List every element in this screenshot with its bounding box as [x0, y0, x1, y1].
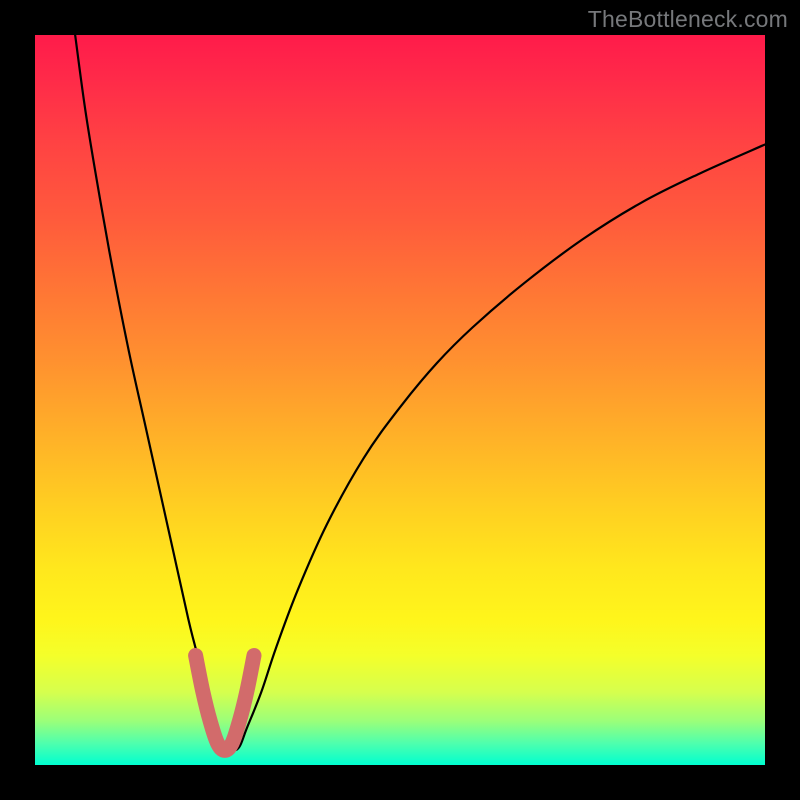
primary-curve: [75, 35, 765, 750]
curve-group: [75, 35, 765, 750]
plot-area: [35, 35, 765, 765]
chart-frame: TheBottleneck.com: [0, 0, 800, 800]
chart-svg: [35, 35, 765, 765]
watermark-text: TheBottleneck.com: [588, 6, 788, 33]
highlight-curve: [196, 656, 254, 751]
